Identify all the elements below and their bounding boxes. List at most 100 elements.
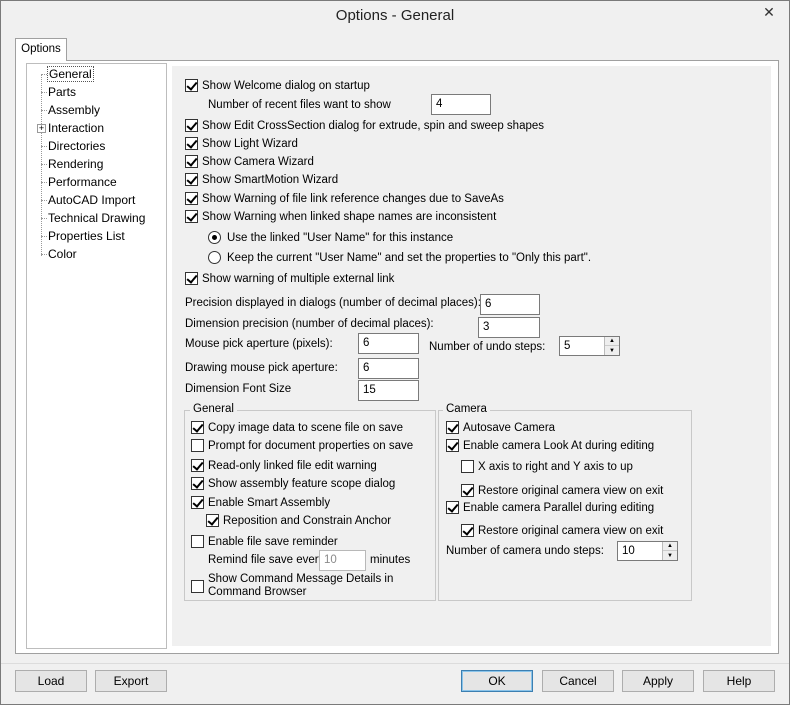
tree-item-rendering[interactable]: Rendering [47, 156, 104, 172]
camera-undo-spin-buttons: ▲ ▼ [662, 542, 677, 560]
dialog-precision-input[interactable]: 6 [480, 294, 540, 315]
tree-item-autocad-import[interactable]: AutoCAD Import [47, 192, 136, 208]
mouse-aperture-input[interactable]: 6 [358, 333, 419, 354]
save-reminder-option[interactable]: Enable file save reminder [191, 535, 338, 548]
tree-guide-line [41, 74, 42, 256]
reposition-option[interactable]: Reposition and Constrain Anchor [206, 514, 391, 527]
general-settings: Show Welcome dialog on startup Number of… [172, 66, 771, 646]
welcome-checkbox[interactable] [185, 79, 198, 92]
crosssection-checkbox[interactable] [185, 119, 198, 132]
radio-keep-current[interactable] [208, 251, 221, 264]
copy-image-option[interactable]: Copy image data to scene file on save [191, 421, 403, 434]
camera-wizard-checkbox[interactable] [185, 155, 198, 168]
spin-up-icon[interactable]: ▲ [605, 337, 619, 346]
prompt-props-checkbox[interactable] [191, 439, 204, 452]
expand-icon[interactable]: + [37, 124, 46, 133]
ok-button[interactable]: OK [461, 670, 533, 692]
look-at-checkbox[interactable] [446, 439, 459, 452]
smart-assembly-checkbox[interactable] [191, 496, 204, 509]
parallel-option[interactable]: Enable camera Parallel during editing [446, 501, 654, 514]
tree-item-color[interactable]: Color [47, 246, 78, 262]
restore-view-2-checkbox[interactable] [461, 524, 474, 537]
readonly-warning-checkbox[interactable] [191, 459, 204, 472]
welcome-option[interactable]: Show Welcome dialog on startup [185, 79, 370, 92]
crosssection-option[interactable]: Show Edit CrossSection dialog for extrud… [185, 119, 544, 132]
prompt-props-option[interactable]: Prompt for document properties on save [191, 439, 413, 452]
feature-scope-label: Show assembly feature scope dialog [208, 477, 396, 490]
external-link-warning-checkbox[interactable] [185, 272, 198, 285]
options-panel: + General Parts Assembly Interaction Dir… [15, 60, 779, 654]
drawing-aperture-label: Drawing mouse pick aperture: [185, 362, 338, 374]
xy-axis-checkbox[interactable] [461, 460, 474, 473]
cancel-button[interactable]: Cancel [542, 670, 614, 692]
load-button[interactable]: Load [15, 670, 87, 692]
feature-scope-checkbox[interactable] [191, 477, 204, 490]
file-link-warning-checkbox[interactable] [185, 192, 198, 205]
remind-minutes-input[interactable]: 10 [319, 550, 366, 571]
feature-scope-option[interactable]: Show assembly feature scope dialog [191, 477, 395, 490]
drawing-aperture-input[interactable]: 6 [358, 358, 419, 379]
restore-view-1-checkbox[interactable] [461, 484, 474, 497]
file-link-warning-option[interactable]: Show Warning of file link reference chan… [185, 192, 504, 205]
restore-view-2-option[interactable]: Restore original camera view on exit [461, 524, 663, 537]
tree-item-assembly[interactable]: Assembly [47, 102, 101, 118]
reposition-checkbox[interactable] [206, 514, 219, 527]
radio-use-linked-option[interactable]: Use the linked "User Name" for this inst… [208, 231, 453, 244]
command-details-checkbox[interactable] [191, 579, 204, 593]
copy-image-checkbox[interactable] [191, 421, 204, 434]
camera-undo-stepper[interactable]: 10 ▲ ▼ [617, 541, 678, 561]
smartmotion-wizard-checkbox[interactable] [185, 173, 198, 186]
radio-use-linked[interactable] [208, 231, 221, 244]
recent-files-input[interactable]: 4 [431, 94, 491, 115]
close-icon[interactable]: ✕ [755, 2, 783, 22]
tree-item-properties-list[interactable]: Properties List [47, 228, 126, 244]
restore-view-1-option[interactable]: Restore original camera view on exit [461, 484, 663, 497]
spin-down-icon[interactable]: ▼ [605, 346, 619, 355]
spin-up-icon[interactable]: ▲ [663, 542, 677, 551]
camera-undo-label: Number of camera undo steps: [446, 545, 604, 557]
camera-wizard-option[interactable]: Show Camera Wizard [185, 155, 314, 168]
help-button[interactable]: Help [703, 670, 775, 692]
tree-item-performance[interactable]: Performance [47, 174, 118, 190]
smartmotion-wizard-option[interactable]: Show SmartMotion Wizard [185, 173, 338, 186]
recent-files-label: Number of recent files want to show [208, 99, 391, 111]
smartmotion-wizard-label: Show SmartMotion Wizard [202, 173, 339, 186]
command-details-option[interactable]: Show Command Message Details in Command … [191, 573, 393, 599]
export-button[interactable]: Export [95, 670, 167, 692]
tab-options[interactable]: Options [15, 38, 67, 61]
smart-assembly-option[interactable]: Enable Smart Assembly [191, 496, 330, 509]
readonly-warning-option[interactable]: Read-only linked file edit warning [191, 459, 377, 472]
save-reminder-checkbox[interactable] [191, 535, 204, 548]
look-at-option[interactable]: Enable camera Look At during editing [446, 439, 654, 452]
autosave-camera-checkbox[interactable] [446, 421, 459, 434]
tree-item-general[interactable]: General [47, 66, 94, 82]
tree-item-directories[interactable]: Directories [47, 138, 106, 154]
category-tree[interactable]: + General Parts Assembly Interaction Dir… [26, 63, 167, 649]
external-link-warning-option[interactable]: Show warning of multiple external link [185, 272, 394, 285]
xy-axis-option[interactable]: X axis to right and Y axis to up [461, 460, 633, 473]
spin-down-icon[interactable]: ▼ [663, 551, 677, 560]
light-wizard-checkbox[interactable] [185, 137, 198, 150]
apply-button[interactable]: Apply [622, 670, 694, 692]
font-size-input[interactable]: 15 [358, 380, 419, 401]
title-bar[interactable]: Options - General ✕ [1, 1, 789, 33]
undo-steps-stepper[interactable]: 5 ▲ ▼ [559, 336, 620, 356]
save-reminder-label: Enable file save reminder [208, 535, 338, 548]
linked-names-warning-option[interactable]: Show Warning when linked shape names are… [185, 210, 496, 223]
smart-assembly-label: Enable Smart Assembly [208, 496, 331, 509]
dimension-precision-input[interactable]: 3 [478, 317, 540, 338]
radio-keep-current-option[interactable]: Keep the current "User Name" and set the… [208, 251, 591, 264]
tree-item-technical-drawing[interactable]: Technical Drawing [47, 210, 146, 226]
radio-keep-current-label: Keep the current "User Name" and set the… [227, 251, 592, 264]
font-size-label: Dimension Font Size [185, 383, 292, 395]
light-wizard-option[interactable]: Show Light Wizard [185, 137, 298, 150]
parallel-checkbox[interactable] [446, 501, 459, 514]
tree-item-interaction[interactable]: Interaction [47, 120, 105, 136]
welcome-label: Show Welcome dialog on startup [202, 79, 370, 92]
autosave-camera-option[interactable]: Autosave Camera [446, 421, 555, 434]
file-link-warning-label: Show Warning of file link reference chan… [202, 192, 504, 205]
linked-names-warning-label: Show Warning when linked shape names are… [202, 210, 497, 223]
camera-wizard-label: Show Camera Wizard [202, 155, 314, 168]
linked-names-warning-checkbox[interactable] [185, 210, 198, 223]
tree-item-parts[interactable]: Parts [47, 84, 77, 100]
